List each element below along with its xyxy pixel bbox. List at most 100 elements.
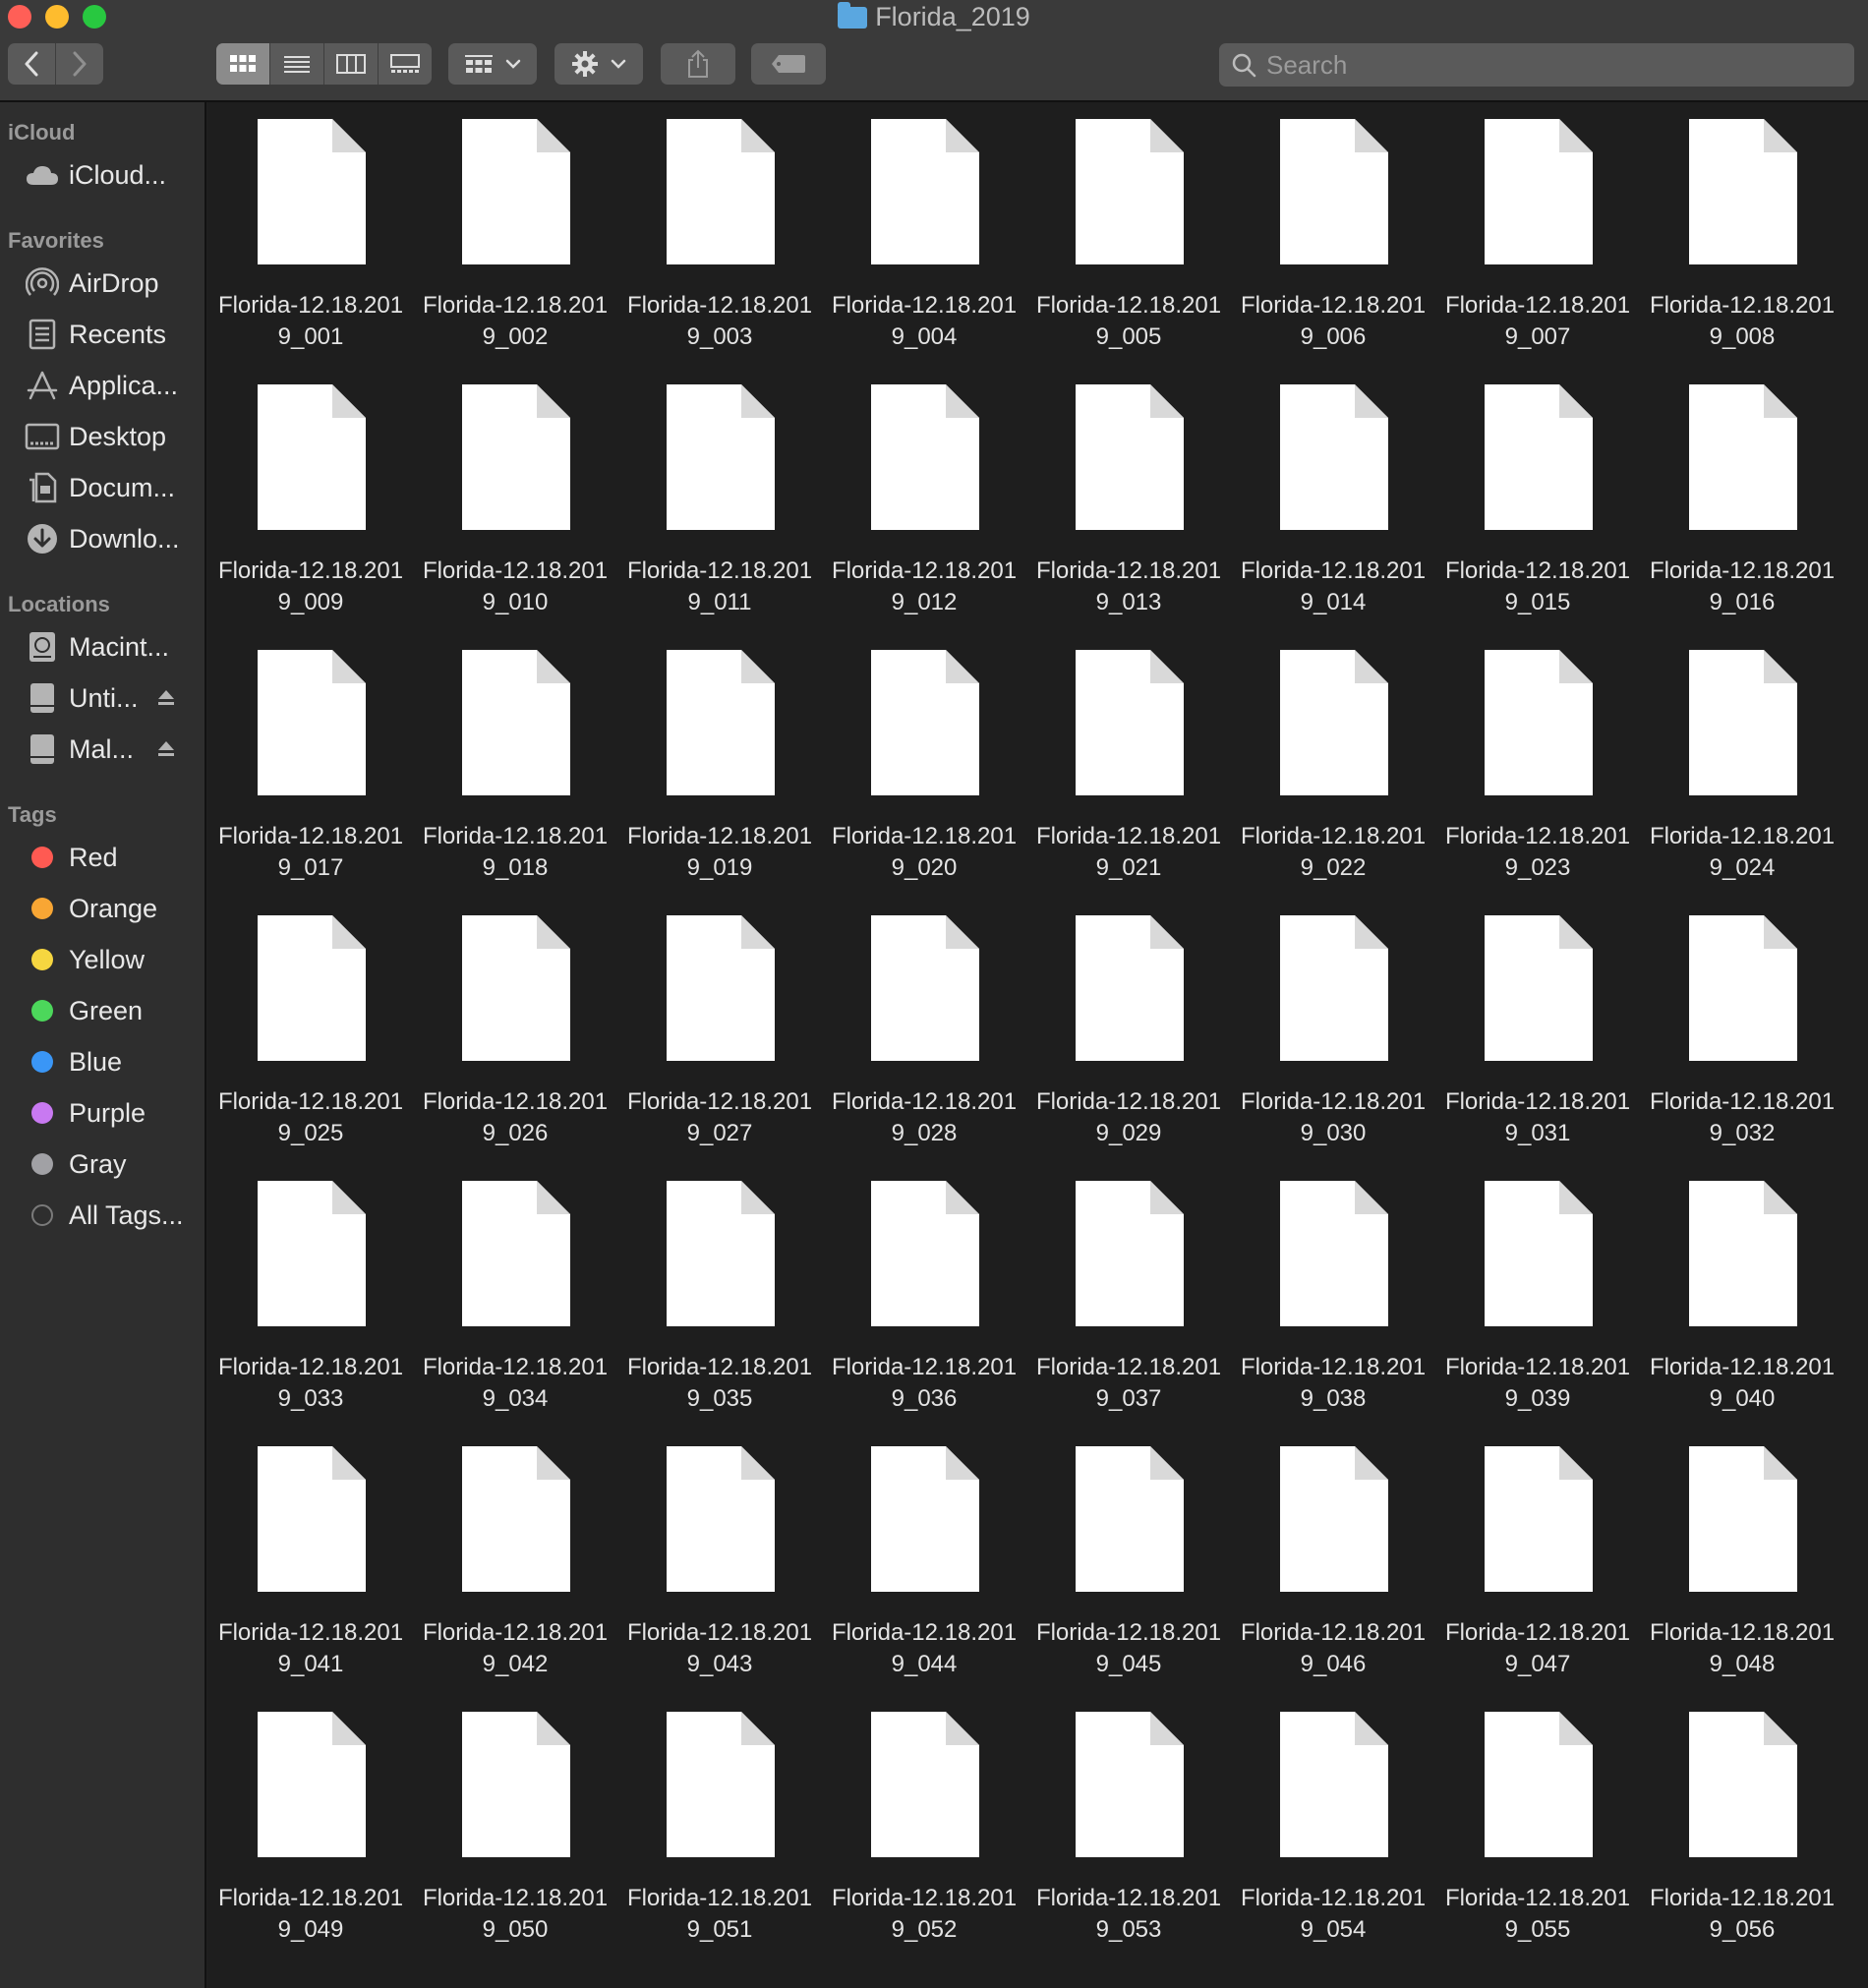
back-button[interactable] (8, 43, 56, 85)
document-icon (869, 650, 979, 795)
file-item[interactable]: Florida-12.18.2019_034 (413, 1181, 617, 1446)
file-item[interactable]: Florida-12.18.2019_048 (1640, 1446, 1844, 1712)
sidebar-item-documents[interactable]: Docum... (24, 468, 175, 507)
sidebar-tag-gray[interactable]: Gray (24, 1144, 127, 1184)
file-item[interactable]: Florida-12.18.2019_004 (822, 119, 1026, 384)
file-item[interactable]: Florida-12.18.2019_013 (1026, 384, 1231, 650)
file-item[interactable]: Florida-12.18.2019_049 (208, 1712, 413, 1977)
file-item[interactable]: Florida-12.18.2019_025 (208, 915, 413, 1181)
sidebar-item-untitled-volume[interactable]: Unti... (24, 678, 139, 718)
file-item[interactable]: Florida-12.18.2019_026 (413, 915, 617, 1181)
sidebar-item-applications[interactable]: Applica... (24, 366, 178, 405)
file-name: Florida-12.18.2019_017 (217, 823, 404, 881)
file-item[interactable]: Florida-12.18.2019_018 (413, 650, 617, 915)
sidebar-tag-orange[interactable]: Orange (24, 889, 157, 928)
file-item[interactable]: Florida-12.18.2019_036 (822, 1181, 1026, 1446)
file-item[interactable]: Florida-12.18.2019_005 (1026, 119, 1231, 384)
file-item[interactable]: Florida-12.18.2019_039 (1435, 1181, 1640, 1446)
file-item[interactable]: Florida-12.18.2019_044 (822, 1446, 1026, 1712)
edit-tags-button[interactable] (751, 43, 826, 85)
sidebar-item-airdrop[interactable]: AirDrop (24, 263, 159, 303)
file-item[interactable]: Florida-12.18.2019_031 (1435, 915, 1640, 1181)
sidebar-item-desktop[interactable]: Desktop (24, 417, 166, 456)
file-item[interactable]: Florida-12.18.2019_020 (822, 650, 1026, 915)
forward-button[interactable] (56, 43, 103, 85)
file-item[interactable]: Florida-12.18.2019_016 (1640, 384, 1844, 650)
file-item[interactable]: Florida-12.18.2019_027 (617, 915, 822, 1181)
sidebar-tag-all-tags[interactable]: All Tags... (24, 1196, 184, 1235)
file-item[interactable]: Florida-12.18.2019_014 (1231, 384, 1435, 650)
icon-view-button[interactable] (216, 43, 270, 85)
file-item[interactable]: Florida-12.18.2019_054 (1231, 1712, 1435, 1977)
file-item[interactable]: Florida-12.18.2019_046 (1231, 1446, 1435, 1712)
file-item[interactable]: Florida-12.18.2019_038 (1231, 1181, 1435, 1446)
document-icon (1278, 384, 1388, 530)
sidebar-tag-blue[interactable]: Blue (24, 1042, 122, 1082)
sidebar-item-icloud-drive[interactable]: iCloud... (24, 155, 166, 195)
file-item[interactable]: Florida-12.18.2019_043 (617, 1446, 822, 1712)
file-item[interactable]: Florida-12.18.2019_023 (1435, 650, 1640, 915)
file-item[interactable]: Florida-12.18.2019_037 (1026, 1181, 1231, 1446)
eject-icon[interactable] (157, 739, 175, 759)
list-view-button[interactable] (270, 43, 324, 85)
file-item[interactable]: Florida-12.18.2019_055 (1435, 1712, 1640, 1977)
file-item[interactable]: Florida-12.18.2019_021 (1026, 650, 1231, 915)
file-item[interactable]: Florida-12.18.2019_050 (413, 1712, 617, 1977)
file-item[interactable]: Florida-12.18.2019_024 (1640, 650, 1844, 915)
file-name: Florida-12.18.2019_034 (422, 1354, 609, 1412)
eject-icon[interactable] (157, 688, 175, 708)
file-item[interactable]: Florida-12.18.2019_040 (1640, 1181, 1844, 1446)
file-item[interactable]: Florida-12.18.2019_007 (1435, 119, 1640, 384)
file-item[interactable]: Florida-12.18.2019_002 (413, 119, 617, 384)
file-item[interactable]: Florida-12.18.2019_015 (1435, 384, 1640, 650)
sidebar-item-mal-volume[interactable]: Mal... (24, 730, 134, 769)
file-item[interactable]: Florida-12.18.2019_017 (208, 650, 413, 915)
search-input[interactable] (1264, 48, 1819, 82)
file-item[interactable]: Florida-12.18.2019_042 (413, 1446, 617, 1712)
column-view-button[interactable] (324, 43, 379, 85)
document-icon (665, 384, 775, 530)
sidebar-tag-purple[interactable]: Purple (24, 1093, 146, 1133)
group-by-button[interactable] (448, 43, 537, 85)
file-item[interactable]: Florida-12.18.2019_019 (617, 650, 822, 915)
file-item[interactable]: Florida-12.18.2019_010 (413, 384, 617, 650)
file-item[interactable]: Florida-12.18.2019_056 (1640, 1712, 1844, 1977)
sidebar-item-macintosh-hd[interactable]: Macint... (24, 627, 169, 667)
file-item[interactable]: Florida-12.18.2019_003 (617, 119, 822, 384)
chevron-right-icon (73, 51, 87, 77)
sidebar-tag-green[interactable]: Green (24, 991, 143, 1030)
document-icon (869, 119, 979, 264)
file-item[interactable]: Florida-12.18.2019_033 (208, 1181, 413, 1446)
sidebar: iCloud iCloud... Favorites AirDrop Recen… (0, 102, 206, 1988)
file-item[interactable]: Florida-12.18.2019_006 (1231, 119, 1435, 384)
file-item[interactable]: Florida-12.18.2019_029 (1026, 915, 1231, 1181)
file-name: Florida-12.18.2019_033 (217, 1354, 404, 1412)
sidebar-tag-red[interactable]: Red (24, 838, 118, 877)
file-item[interactable]: Florida-12.18.2019_011 (617, 384, 822, 650)
document-icon (665, 1712, 775, 1857)
file-item[interactable]: Florida-12.18.2019_047 (1435, 1446, 1640, 1712)
file-name: Florida-12.18.2019_028 (831, 1088, 1018, 1146)
file-item[interactable]: Florida-12.18.2019_032 (1640, 915, 1844, 1181)
action-menu-button[interactable] (555, 43, 643, 85)
file-item[interactable]: Florida-12.18.2019_008 (1640, 119, 1844, 384)
file-item[interactable]: Florida-12.18.2019_009 (208, 384, 413, 650)
sidebar-item-recents[interactable]: Recents (24, 315, 166, 354)
search-field[interactable] (1219, 43, 1854, 87)
file-item[interactable]: Florida-12.18.2019_041 (208, 1446, 413, 1712)
file-item[interactable]: Florida-12.18.2019_045 (1026, 1446, 1231, 1712)
file-item[interactable]: Florida-12.18.2019_012 (822, 384, 1026, 650)
sidebar-tag-yellow[interactable]: Yellow (24, 940, 145, 979)
file-item[interactable]: Florida-12.18.2019_022 (1231, 650, 1435, 915)
file-item[interactable]: Florida-12.18.2019_030 (1231, 915, 1435, 1181)
file-item[interactable]: Florida-12.18.2019_051 (617, 1712, 822, 1977)
file-item[interactable]: Florida-12.18.2019_053 (1026, 1712, 1231, 1977)
sidebar-item-downloads[interactable]: Downlo... (24, 519, 180, 558)
document-icon (1278, 915, 1388, 1061)
share-button[interactable] (661, 43, 735, 85)
file-item[interactable]: Florida-12.18.2019_035 (617, 1181, 822, 1446)
gallery-view-button[interactable] (379, 43, 432, 85)
file-item[interactable]: Florida-12.18.2019_001 (208, 119, 413, 384)
file-item[interactable]: Florida-12.18.2019_028 (822, 915, 1026, 1181)
file-item[interactable]: Florida-12.18.2019_052 (822, 1712, 1026, 1977)
